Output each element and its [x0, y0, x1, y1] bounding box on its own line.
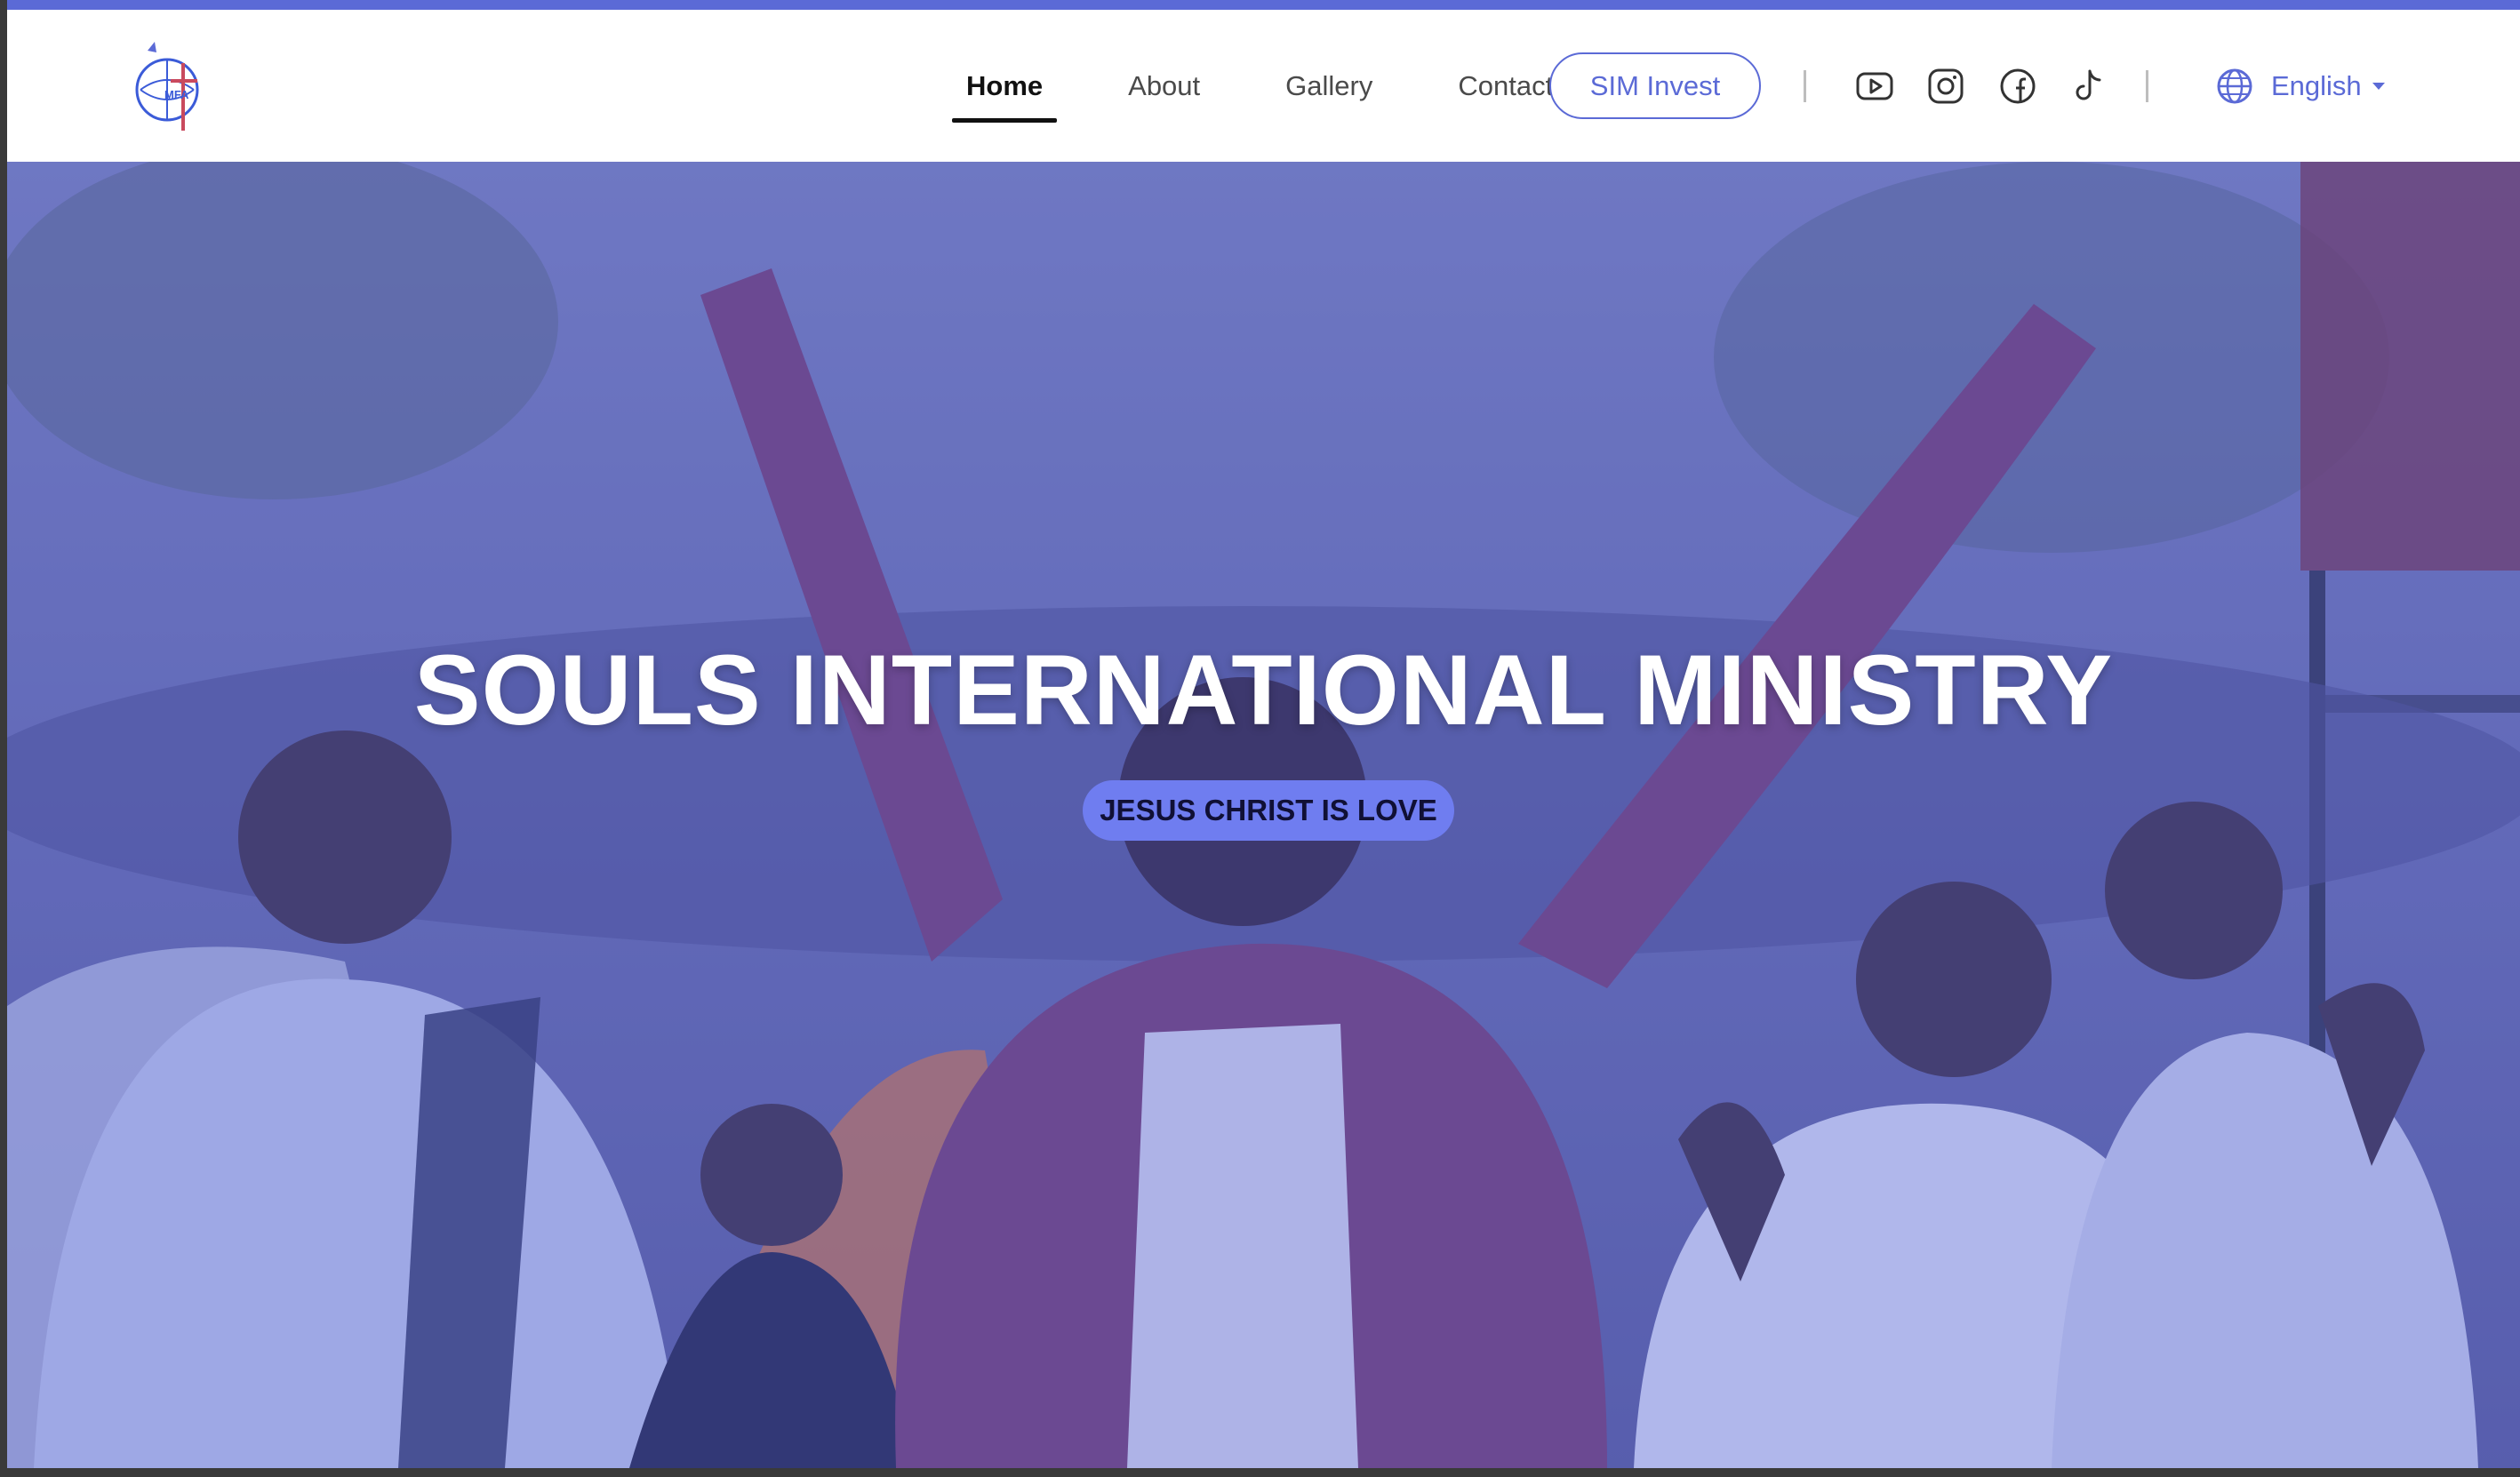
tiktok-icon[interactable] — [2068, 66, 2109, 107]
window-bottom-edge — [0, 1468, 2520, 1477]
logo-text: MFA — [164, 88, 189, 101]
hero-tagline-pill[interactable]: JESUS CHRIST IS LOVE — [1083, 780, 1454, 841]
top-accent-bar — [7, 0, 2520, 10]
hero-section: SOULS INTERNATIONAL MINISTRY JESUS CHRIS… — [7, 162, 2520, 1468]
chevron-down-icon — [2372, 83, 2385, 90]
navbar: MFA Home About Gallery Contact Us SIM In… — [7, 10, 2520, 162]
page: MFA Home About Gallery Contact Us SIM In… — [7, 0, 2520, 1468]
globe-icon — [2217, 68, 2252, 104]
nav-link-gallery[interactable]: Gallery — [1271, 10, 1387, 162]
instagram-icon[interactable] — [1925, 66, 1966, 107]
nav-link-about[interactable]: About — [1114, 10, 1214, 162]
language-selector[interactable]: English — [2216, 60, 2387, 113]
nav-divider — [2146, 70, 2148, 102]
language-label: English — [2271, 70, 2362, 101]
ministry-logo[interactable]: MFA — [132, 35, 212, 141]
facebook-icon[interactable] — [1997, 66, 2038, 107]
sim-invest-button[interactable]: SIM Invest — [1549, 52, 1761, 119]
nav-divider — [1804, 70, 1806, 102]
nav-link-home[interactable]: Home — [952, 10, 1058, 162]
hero-title: SOULS INTERNATIONAL MINISTRY — [413, 635, 2114, 746]
youtube-icon[interactable] — [1854, 66, 1895, 107]
